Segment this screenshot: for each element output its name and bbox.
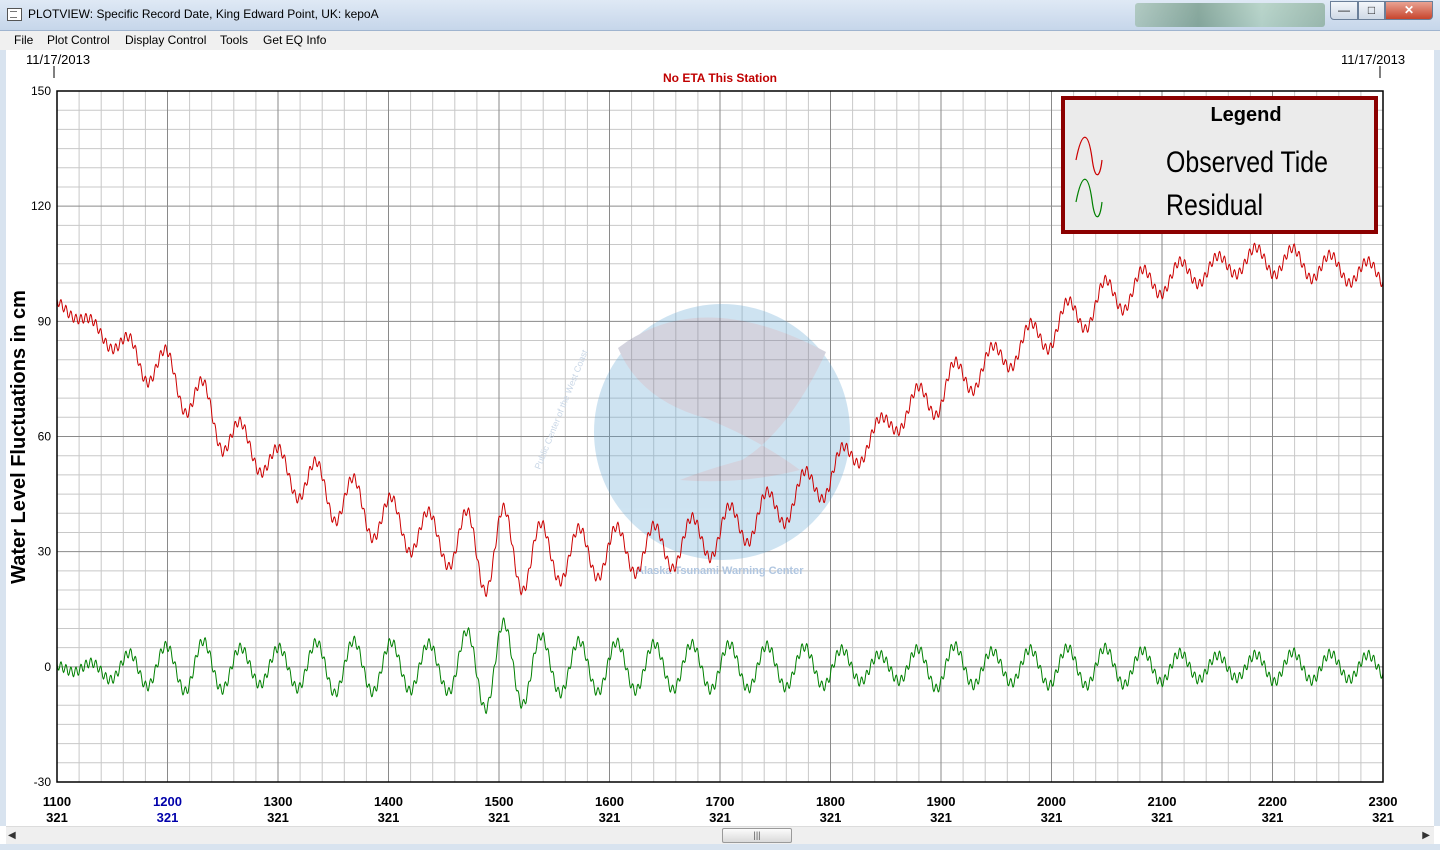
x-tick-time-label: 1700	[706, 794, 735, 809]
x-axis-ticks: 1100321120032113003211400321150032116003…	[43, 794, 1398, 825]
x-tick-time-label: 1200	[153, 794, 182, 809]
legend-residual-label: Residual	[1166, 189, 1263, 222]
x-tick-day-label: 321	[157, 810, 179, 825]
y-axis-label: Water Level Fluctuations in cm	[8, 290, 30, 584]
x-tick-time-label: 1600	[595, 794, 624, 809]
window-bottom-border	[0, 844, 1440, 850]
x-tick-time-label: 2300	[1369, 794, 1398, 809]
y-tick-label: 150	[31, 84, 51, 98]
y-tick-label: 120	[31, 199, 51, 213]
y-tick-label: -30	[34, 775, 52, 789]
y-tick-label: 0	[44, 660, 51, 674]
x-tick-day-label: 321	[378, 810, 400, 825]
horizontal-scrollbar[interactable]: ◀ ||| ▶	[6, 826, 1434, 844]
legend-observed-label: Observed Tide	[1166, 146, 1328, 179]
x-tick-time-label: 1400	[374, 794, 403, 809]
date-left-label: 11/17/2013	[26, 52, 90, 67]
y-tick-label: 90	[38, 314, 52, 328]
x-tick-day-label: 321	[1372, 810, 1394, 825]
x-tick-time-label: 1500	[485, 794, 514, 809]
x-tick-day-label: 321	[930, 810, 952, 825]
y-axis-ticks: 150 120 90 60 30 0 -30	[31, 84, 51, 789]
x-tick-time-label: 2100	[1148, 794, 1177, 809]
tide-chart[interactable]: Alaska Tsunami Warning Center Public Cen…	[0, 0, 1440, 850]
x-tick-day-label: 321	[46, 810, 68, 825]
watermark-left-text: Public Center of the West Coast	[533, 348, 590, 471]
y-tick-label: 60	[38, 430, 52, 444]
scroll-left-icon[interactable]: ◀	[8, 830, 16, 841]
legend-title: Legend	[1210, 104, 1281, 126]
watermark-arc-text: Alaska Tsunami Warning Center	[636, 565, 804, 577]
eta-label: No ETA This Station	[663, 71, 777, 85]
scroll-right-icon[interactable]: ▶	[1422, 830, 1430, 841]
x-tick-time-label: 1300	[264, 794, 293, 809]
x-tick-day-label: 321	[267, 810, 289, 825]
x-tick-day-label: 321	[599, 810, 621, 825]
x-tick-day-label: 321	[1151, 810, 1173, 825]
y-tick-label: 30	[38, 545, 52, 559]
scroll-thumb[interactable]: |||	[722, 828, 792, 843]
date-right-label: 11/17/2013	[1341, 52, 1405, 67]
x-tick-day-label: 321	[488, 810, 510, 825]
x-tick-time-label: 1100	[43, 794, 71, 809]
x-tick-day-label: 321	[1262, 810, 1284, 825]
x-tick-day-label: 321	[1041, 810, 1063, 825]
legend-box[interactable]: Legend Observed Tide Residual	[1061, 96, 1378, 234]
x-tick-day-label: 321	[820, 810, 842, 825]
x-tick-time-label: 1900	[927, 794, 956, 809]
x-tick-time-label: 1800	[816, 794, 845, 809]
x-tick-time-label: 2200	[1258, 794, 1287, 809]
x-tick-time-label: 2000	[1037, 794, 1066, 809]
x-tick-day-label: 321	[709, 810, 731, 825]
